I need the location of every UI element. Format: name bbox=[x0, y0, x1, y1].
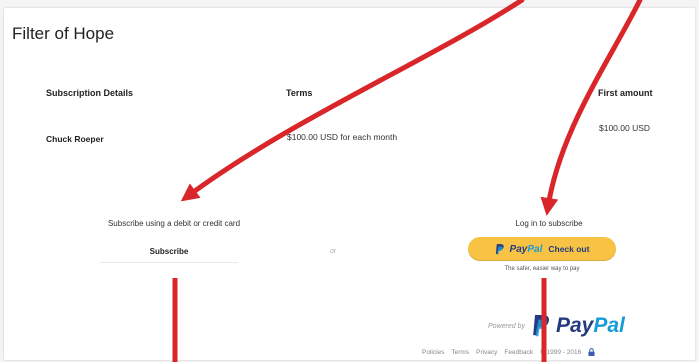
footer-link-terms[interactable]: Terms bbox=[451, 349, 469, 356]
header-first-amount: First amount bbox=[598, 88, 653, 98]
paypal-logo-text: PayPal bbox=[555, 314, 625, 337]
powered-by-label: Powered by bbox=[488, 322, 525, 330]
login-prompt: Log in to subscribe bbox=[515, 219, 583, 228]
header-terms: Terms bbox=[286, 88, 313, 98]
lock-icon bbox=[588, 348, 595, 356]
or-separator: or bbox=[330, 248, 337, 255]
paypal-logo-icon bbox=[533, 315, 549, 337]
first-amount: $100.00 USD bbox=[599, 123, 651, 133]
subscribe-button[interactable]: Subscribe bbox=[100, 242, 238, 263]
checkout-label: Check out bbox=[548, 244, 590, 254]
paypal-tagline: The safer, easier way to pay bbox=[504, 266, 580, 272]
footer-link-privacy[interactable]: Privacy bbox=[476, 349, 497, 356]
merchant-title: Filter of Hope bbox=[12, 24, 115, 43]
powered-by-paypal: Powered by PayPal bbox=[488, 314, 625, 338]
copyright: © 1999 - 2016 bbox=[539, 348, 582, 356]
footer-link-feedback[interactable]: Feedback bbox=[504, 349, 533, 356]
card-subscribe-prompt: Subscribe using a debit or credit card bbox=[107, 219, 241, 228]
subscriber-name: Chuck Roeper bbox=[46, 134, 104, 144]
footer-link-policies[interactable]: Policies bbox=[422, 349, 444, 356]
paypal-subscription-page: Filter of Hope Subscription Details Term… bbox=[4, 8, 695, 360]
subscription-terms: $100.00 USD for each month bbox=[287, 132, 398, 142]
header-subscription-details: Subscription Details bbox=[46, 88, 134, 98]
paypal-wordmark: PayPal bbox=[509, 243, 543, 255]
footer: Policies Terms Privacy Feedback © 1999 -… bbox=[422, 348, 595, 356]
paypal-checkout-button[interactable]: PayPal Check out bbox=[468, 237, 616, 261]
paypal-p-icon bbox=[495, 243, 504, 255]
